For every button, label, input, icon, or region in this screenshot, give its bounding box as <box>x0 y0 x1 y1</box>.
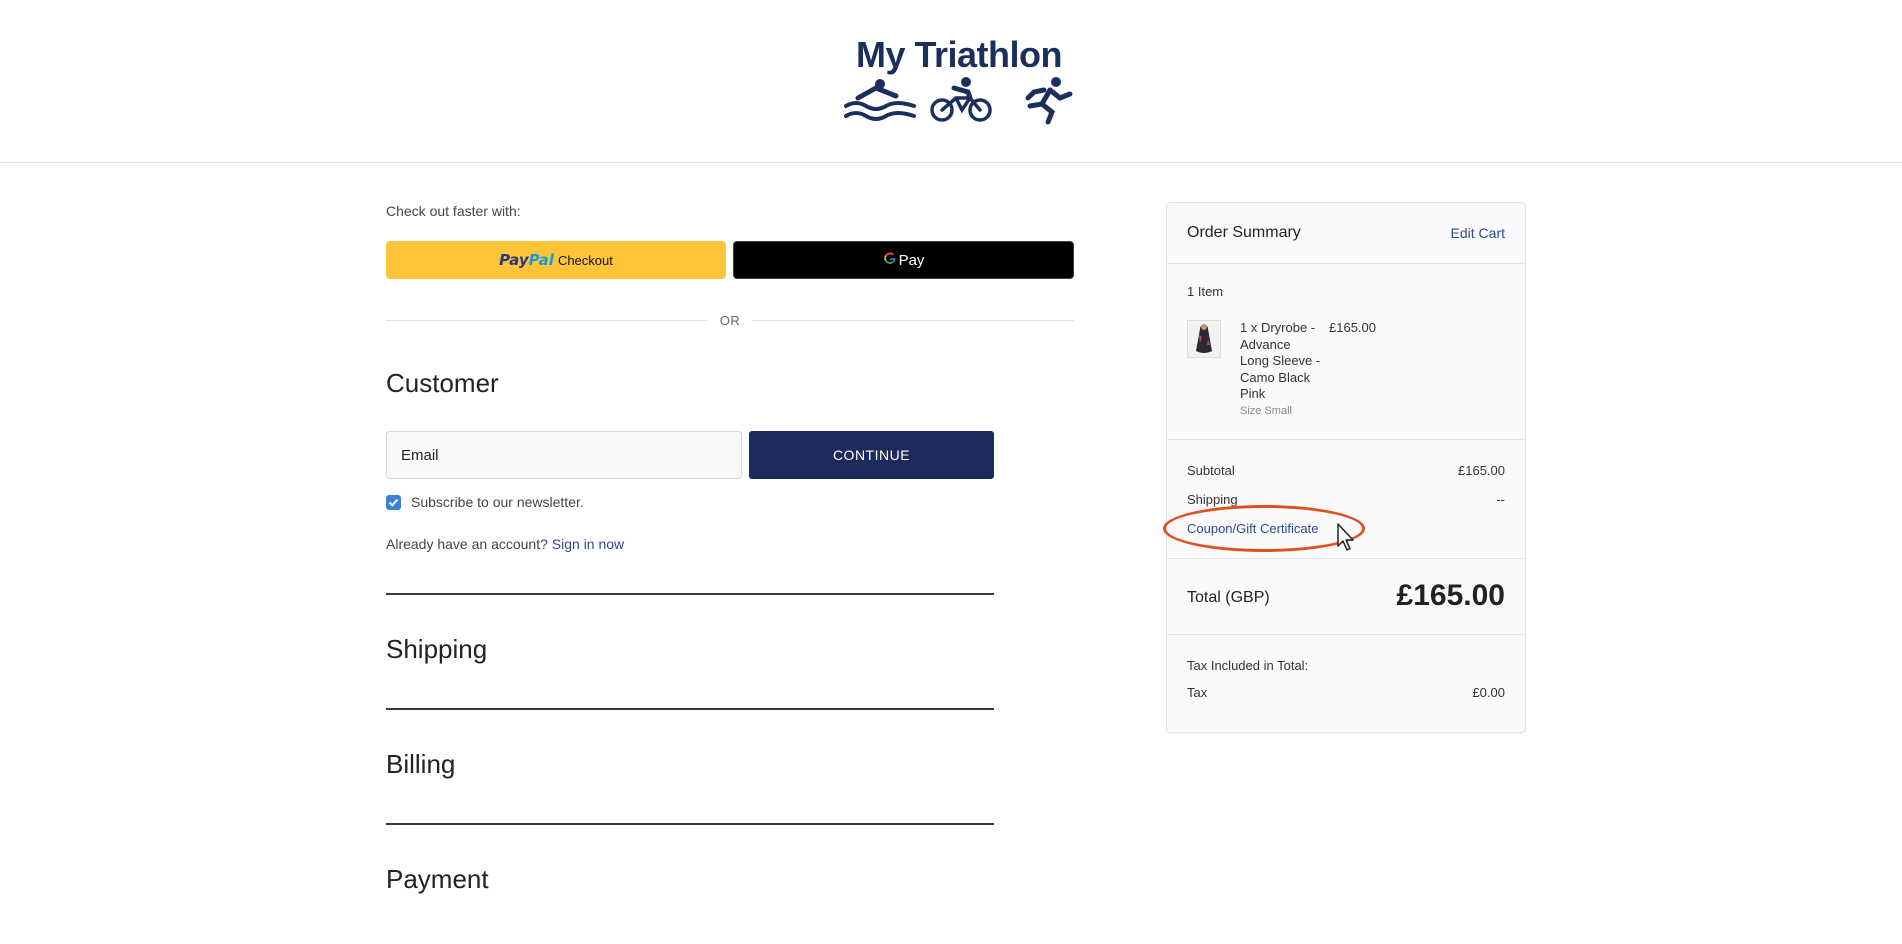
section-divider <box>386 708 994 710</box>
google-pay-logo: Pay <box>883 251 925 270</box>
total-label: Total (GBP) <box>1187 589 1270 606</box>
product-name: 1 x Dryrobe - Advance Long Sleeve - Camo… <box>1240 320 1321 401</box>
triathlon-icons <box>844 77 1073 125</box>
customer-section-title: Customer <box>386 368 499 398</box>
summary-divider <box>1167 439 1525 440</box>
account-prompt-text: Already have an account? <box>386 536 548 552</box>
summary-divider <box>1167 558 1525 559</box>
item-count: 1 Item <box>1187 284 1224 299</box>
paypal-logo-pay: Pay <box>499 251 529 269</box>
payment-section-title: Payment <box>386 864 489 894</box>
or-label: OR <box>708 313 752 328</box>
continue-button[interactable]: CONTINUE <box>749 431 994 479</box>
site-header: My Triathlon <box>0 0 1902 163</box>
google-pay-button[interactable]: Pay <box>733 241 1074 279</box>
paypal-checkout-button[interactable]: PayPal Checkout <box>386 241 726 279</box>
bike-icon <box>930 77 992 122</box>
order-summary: Order Summary Edit Cart 1 Item 1 x Dryro… <box>1166 202 1526 733</box>
swim-icon <box>844 79 916 121</box>
tax-label: Tax <box>1187 685 1208 700</box>
sign-in-link[interactable]: Sign in now <box>552 536 624 552</box>
checkout-faster-label: Check out faster with: <box>386 203 521 219</box>
newsletter-option[interactable]: Subscribe to our newsletter. <box>386 494 584 510</box>
logo-text: My Triathlon <box>855 34 1063 75</box>
shipping-label: Shipping <box>1187 492 1238 507</box>
order-summary-title: Order Summary <box>1187 224 1301 241</box>
shipping-value: -- <box>1496 492 1505 507</box>
run-icon <box>1025 77 1073 125</box>
summary-divider <box>1167 634 1525 635</box>
checkmark-icon <box>388 498 399 507</box>
paypal-logo-pal: Pal <box>528 251 554 269</box>
product-size: Size Small <box>1240 405 1292 417</box>
account-prompt: Already have an account? Sign in now <box>386 536 624 552</box>
google-pay-label: Pay <box>898 251 925 269</box>
billing-section-title: Billing <box>386 749 456 779</box>
paypal-checkout-label: Checkout <box>557 252 613 268</box>
product-thumbnail <box>1187 320 1221 358</box>
total-value: £165.00 <box>1396 579 1505 612</box>
google-g-icon <box>883 251 897 270</box>
newsletter-checkbox[interactable] <box>386 494 401 510</box>
product-price: £165.00 <box>1329 320 1376 335</box>
coupon-gift-certificate-link[interactable]: Coupon/Gift Certificate <box>1187 521 1319 536</box>
section-divider <box>386 593 994 595</box>
edit-cart-link[interactable]: Edit Cart <box>1451 225 1505 241</box>
subtotal-label: Subtotal <box>1187 463 1235 478</box>
section-divider <box>386 823 994 825</box>
newsletter-label: Subscribe to our newsletter. <box>411 494 584 510</box>
site-logo[interactable]: My Triathlon <box>844 34 1074 126</box>
tax-included-label: Tax Included in Total: <box>1187 658 1309 673</box>
shipping-section-title: Shipping <box>386 634 488 664</box>
email-field[interactable] <box>386 431 742 479</box>
subtotal-value: £165.00 <box>1458 463 1505 478</box>
order-summary-header: Order Summary Edit Cart <box>1167 203 1525 264</box>
tax-value: £0.00 <box>1472 685 1505 700</box>
paypal-logo: PayPal <box>499 251 554 269</box>
